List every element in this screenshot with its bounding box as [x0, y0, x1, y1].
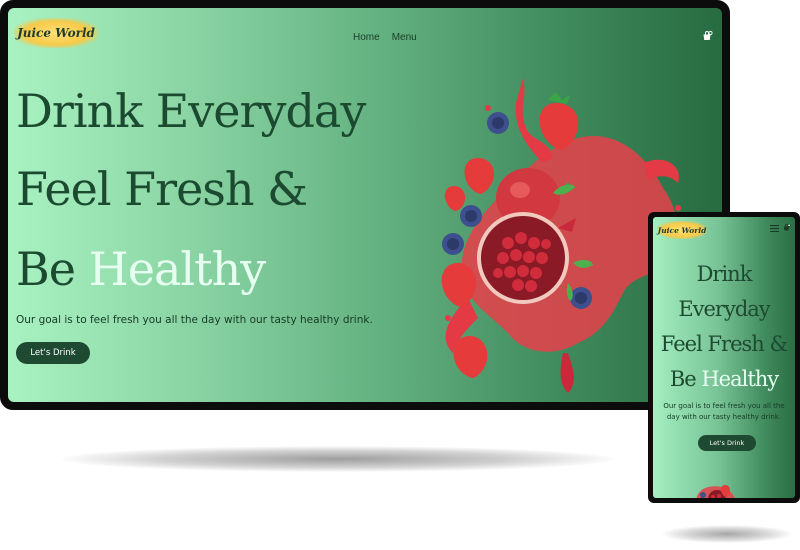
desktop-floor-shadow — [60, 446, 615, 472]
mobile-logo-text: Juice World — [657, 225, 707, 235]
logo[interactable]: Juice World — [14, 18, 98, 48]
hero-line-3: Be Healthy — [16, 242, 267, 296]
mobile-hero-line-3: Feel Fresh & — [660, 332, 788, 356]
mobile-pomegranate-image — [696, 485, 735, 498]
mobile-hero-line-4: Be Healthy — [653, 367, 795, 391]
logo-text: Juice World — [17, 26, 95, 40]
nav-home[interactable]: Home — [353, 32, 380, 43]
hero-tagline: Our goal is to feel fresh you all the da… — [16, 314, 373, 326]
mobile-hero-line-1: Drink — [696, 262, 753, 286]
hero-highlight-word: Healthy — [88, 242, 267, 296]
mobile-hero-line-2: Everyday — [678, 297, 770, 321]
nav-menu[interactable]: Menu — [392, 32, 417, 43]
main-nav: Home Menu — [353, 32, 417, 43]
mobile-highlight-word: Healthy — [701, 367, 779, 391]
hero-line-1: Drink Everyday — [16, 84, 366, 138]
desktop-screen: Juice World Home Menu Drink Everyday Fee… — [8, 8, 722, 402]
mobile-frame: Juice World Drink Everyday Feel Fresh & … — [648, 212, 800, 503]
hero-line-3-prefix: Be — [16, 242, 89, 296]
mobile-logo[interactable]: Juice World — [657, 221, 707, 239]
hamburger-icon[interactable] — [770, 225, 779, 232]
cart-icon[interactable] — [701, 30, 713, 42]
mobile-lets-drink-button[interactable]: Let's Drink — [698, 435, 756, 451]
hero-line-2: Feel Fresh & — [16, 162, 308, 216]
mobile-cart-icon[interactable] — [782, 223, 791, 232]
mobile-line-4-prefix: Be — [669, 367, 702, 391]
lets-drink-button[interactable]: Let's Drink — [16, 342, 90, 364]
mobile-tagline: Our goal is to feel fresh you all the da… — [663, 402, 785, 421]
desktop-frame: Juice World Home Menu Drink Everyday Fee… — [0, 0, 730, 410]
mobile-screen: Juice World Drink Everyday Feel Fresh & … — [653, 217, 795, 498]
mobile-floor-shadow — [662, 525, 792, 543]
